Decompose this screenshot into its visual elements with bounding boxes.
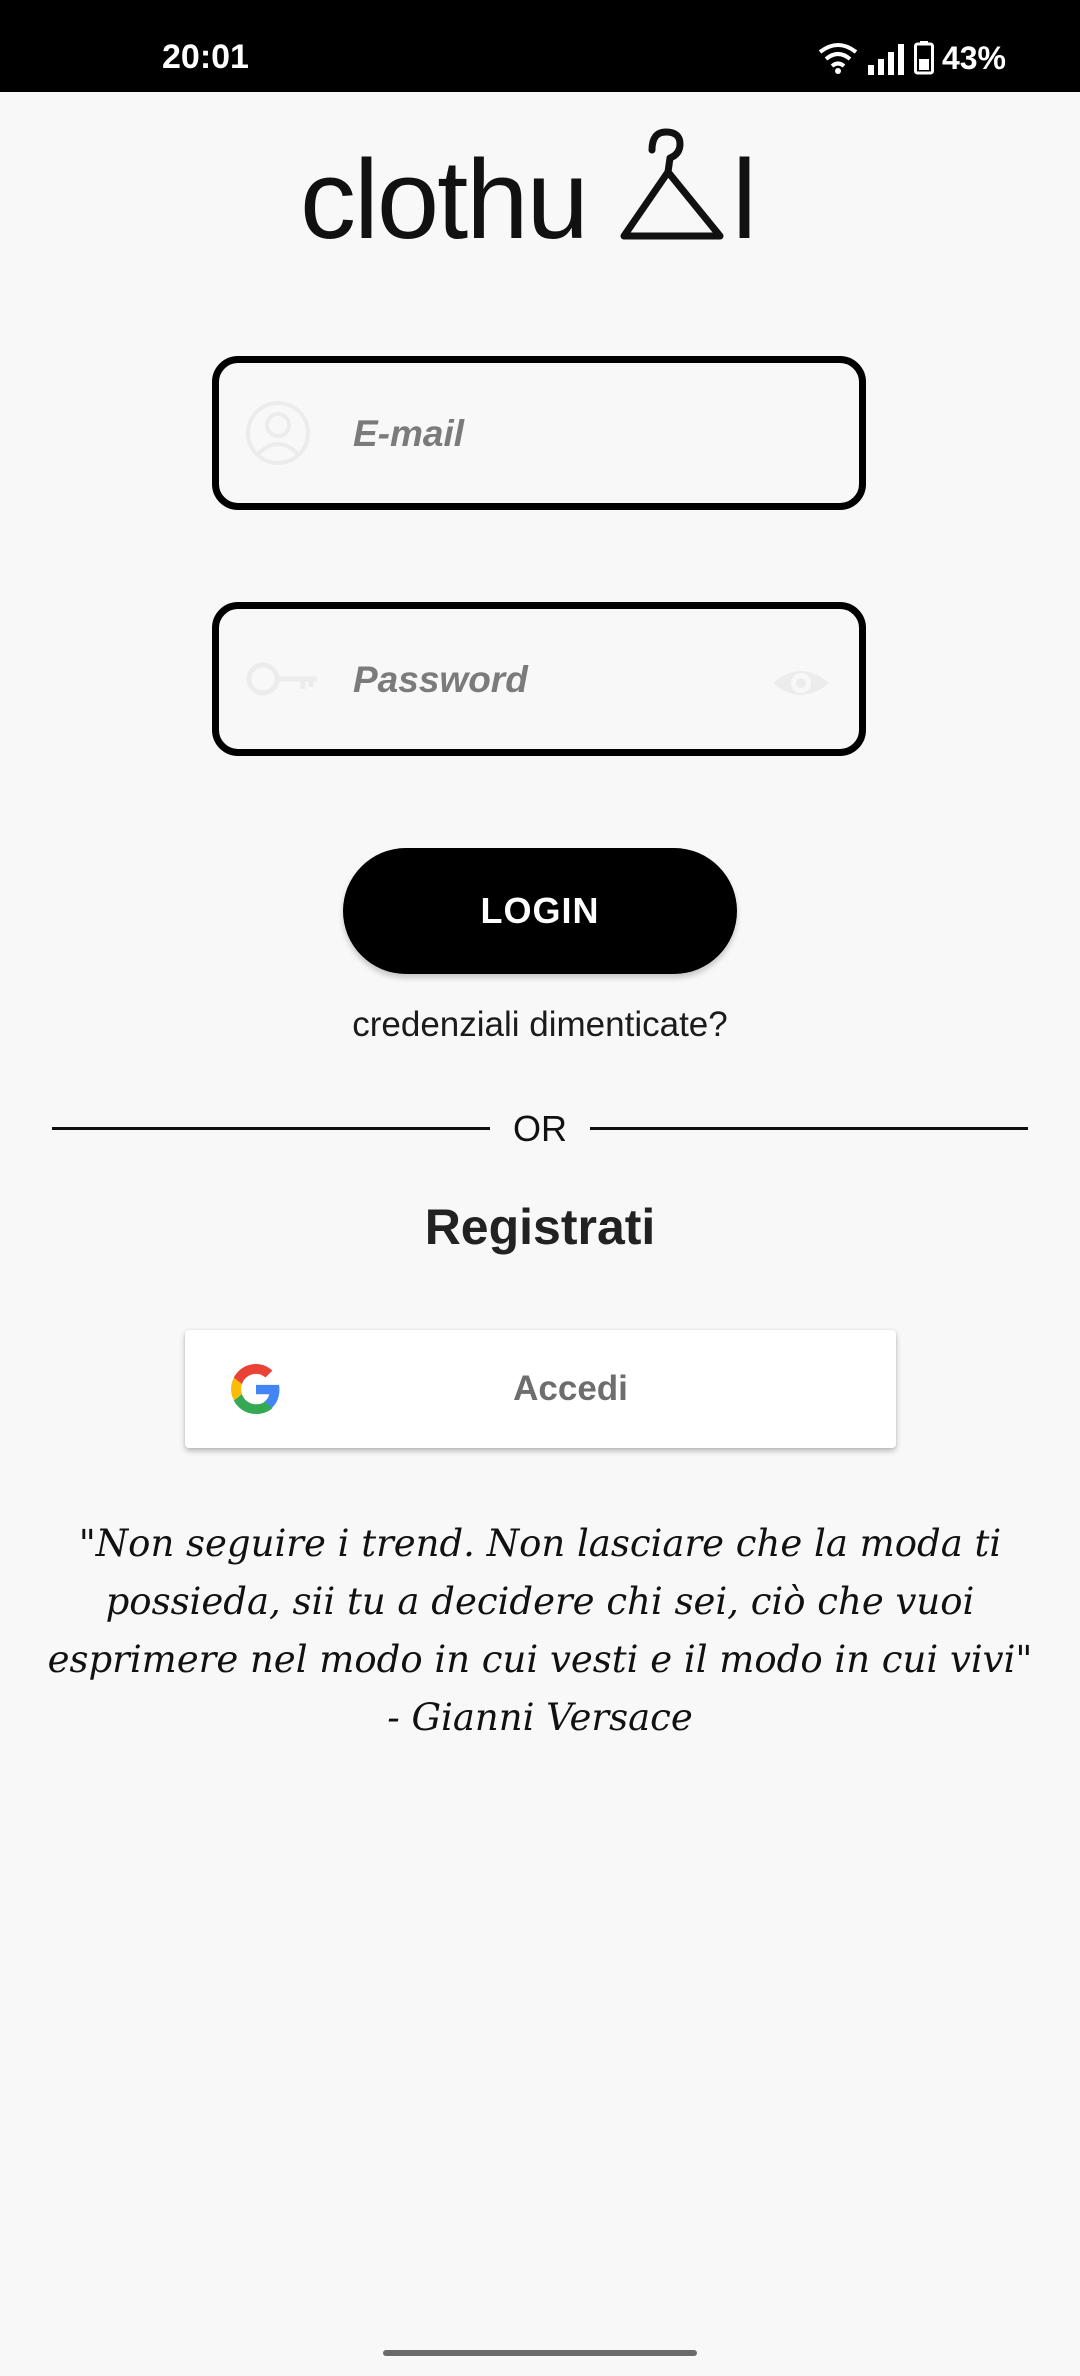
divider-line-left xyxy=(52,1127,490,1130)
fashion-quote: "Non seguire i trend. Non lasciare che l… xyxy=(47,1522,1033,1739)
wifi-icon xyxy=(818,43,858,74)
password-input[interactable] xyxy=(351,609,775,751)
register-link[interactable]: Registrati xyxy=(0,1198,1080,1256)
password-field[interactable] xyxy=(212,602,866,756)
logo-end-letter: l xyxy=(732,137,757,248)
signal-icon xyxy=(867,44,904,75)
status-icons: 43% xyxy=(818,40,1006,76)
eye-icon[interactable] xyxy=(771,653,831,713)
google-sign-in-button[interactable]: Accedi xyxy=(185,1330,896,1448)
status-bar: 20:01 43% xyxy=(0,0,1080,92)
divider-or-label: OR xyxy=(513,1108,567,1149)
status-time: 20:01 xyxy=(162,38,249,76)
clothual-logo: clothu l xyxy=(300,128,757,248)
battery-percentage: 43% xyxy=(941,40,1006,76)
login-screen: 20:01 43% clothu l E-mail LOGIN credenzi… xyxy=(0,0,1080,2376)
divider-line-right xyxy=(590,1127,1028,1130)
email-field[interactable] xyxy=(212,356,866,510)
logo-text: clothu xyxy=(300,137,587,248)
battery-icon xyxy=(913,41,934,75)
google-button-label: Accedi xyxy=(513,1369,628,1408)
key-icon xyxy=(246,662,317,696)
email-input[interactable] xyxy=(351,363,775,505)
login-button[interactable]: LOGIN xyxy=(343,848,737,974)
hanger-icon xyxy=(620,128,724,240)
home-indicator[interactable] xyxy=(383,2350,697,2356)
user-circle-icon xyxy=(246,401,310,465)
forgot-credentials-link[interactable]: credenziali dimenticate? xyxy=(0,1005,1080,1045)
